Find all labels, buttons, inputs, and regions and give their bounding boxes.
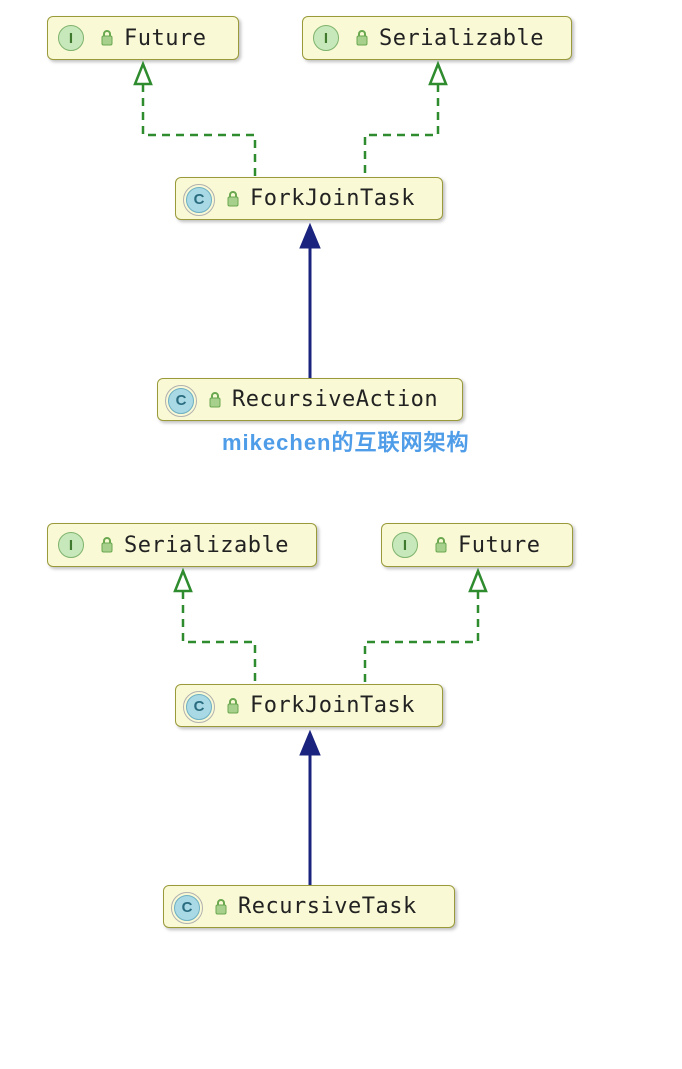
class-icon: C: [186, 187, 216, 211]
interface-node-future-2: I Future: [381, 523, 573, 567]
interface-icon: I: [58, 532, 90, 558]
lock-icon: [355, 30, 369, 46]
implements-arrow: [0, 0, 682, 440]
node-label: RecursiveAction: [232, 387, 438, 412]
lock-icon: [100, 537, 114, 553]
node-label: Serializable: [124, 533, 289, 558]
node-label: RecursiveTask: [238, 894, 417, 919]
node-label: ForkJoinTask: [250, 186, 415, 211]
class-node-recursiveaction: C RecursiveAction: [157, 378, 463, 421]
interface-node-future: I Future: [47, 16, 239, 60]
lock-icon: [208, 392, 222, 408]
node-label: Future: [124, 26, 206, 51]
class-node-forkjointask-2: C ForkJoinTask: [175, 684, 443, 727]
node-label: ForkJoinTask: [250, 693, 415, 718]
class-icon: C: [168, 388, 198, 412]
class-node-forkjointask: C ForkJoinTask: [175, 177, 443, 220]
interface-node-serializable-2: I Serializable: [47, 523, 317, 567]
interface-icon: I: [392, 532, 424, 558]
lock-icon: [214, 899, 228, 915]
class-icon: C: [174, 895, 204, 919]
lock-icon: [100, 30, 114, 46]
class-icon: C: [186, 694, 216, 718]
interface-icon: I: [313, 25, 345, 51]
interface-node-serializable: I Serializable: [302, 16, 572, 60]
lock-icon: [434, 537, 448, 553]
node-label: Serializable: [379, 26, 544, 51]
lock-icon: [226, 191, 240, 207]
lock-icon: [226, 698, 240, 714]
interface-icon: I: [58, 25, 90, 51]
class-node-recursivetask: C RecursiveTask: [163, 885, 455, 928]
node-label: Future: [458, 533, 540, 558]
watermark-text: mikechen的互联网架构: [222, 425, 470, 457]
